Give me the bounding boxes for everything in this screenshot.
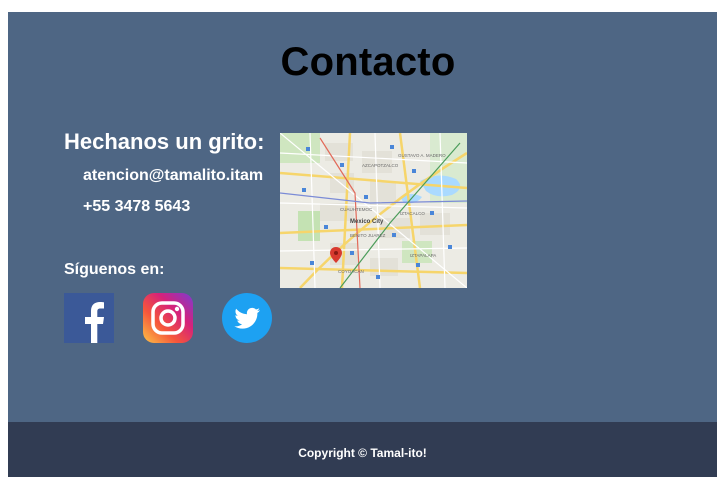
- map-image: AZCAPOTZALCO GUSTAVO A. MADERO CUAUHTEMO…: [280, 133, 467, 288]
- follow-label: Síguenos en:: [64, 261, 165, 278]
- footer: Copyright © Tamal-ito!: [8, 422, 717, 477]
- contact-heading: Hechanos un grito:: [64, 129, 265, 154]
- twitter-link[interactable]: [222, 293, 272, 343]
- facebook-icon: [64, 293, 114, 343]
- twitter-icon: [222, 293, 272, 343]
- instagram-link[interactable]: [143, 293, 193, 343]
- contact-section: Contacto Hechanos un grito: atencion@tam…: [8, 12, 717, 422]
- page-title: Contacto: [280, 40, 456, 84]
- contact-phone: +55 3478 5643: [83, 198, 191, 215]
- svg-text:IZTACALCO: IZTACALCO: [400, 211, 425, 216]
- copyright-text: Copyright © Tamal-ito!: [298, 446, 427, 460]
- svg-text:Mexico City: Mexico City: [350, 219, 384, 225]
- svg-text:COYOACAN: COYOACAN: [338, 269, 364, 274]
- svg-text:BENITO JUAREZ: BENITO JUAREZ: [350, 233, 386, 238]
- contact-email: atencion@tamalito.itam: [83, 167, 264, 184]
- instagram-icon: [143, 293, 193, 343]
- facebook-link[interactable]: [64, 293, 114, 343]
- svg-text:AZCAPOTZALCO: AZCAPOTZALCO: [362, 163, 399, 168]
- svg-text:GUSTAVO A. MADERO: GUSTAVO A. MADERO: [398, 153, 446, 158]
- svg-text:CUAUHTEMOC: CUAUHTEMOC: [340, 207, 373, 212]
- location-map[interactable]: AZCAPOTZALCO GUSTAVO A. MADERO CUAUHTEMO…: [280, 133, 467, 288]
- svg-text:IZTAPALAPA: IZTAPALAPA: [410, 253, 436, 258]
